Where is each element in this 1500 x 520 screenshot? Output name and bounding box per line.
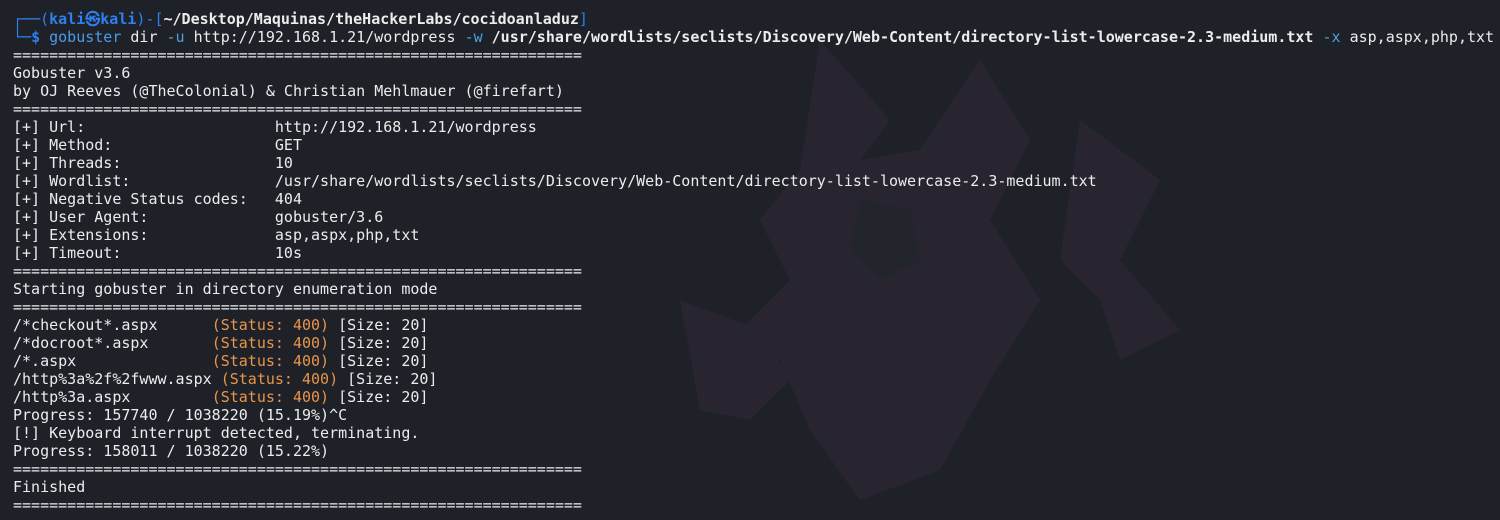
config-key: [+] User Agent: bbox=[13, 208, 275, 226]
terminal-window[interactable]: ┌──(kali㉿kali)-[~/Desktop/Maquinas/theHa… bbox=[0, 0, 1500, 520]
config-value: 10s bbox=[274, 244, 302, 262]
result-status: (Status: 400) bbox=[211, 334, 330, 352]
banner-version: Gobuster v3.6 bbox=[13, 64, 131, 82]
terminal-output: ┌──(kali㉿kali)-[~/Desktop/Maquinas/theHa… bbox=[13, 10, 1500, 514]
config-value: /usr/share/wordlists/seclists/Discovery/… bbox=[274, 172, 1097, 190]
config-value: 404 bbox=[274, 190, 302, 208]
result-status: (Status: 400) bbox=[211, 316, 330, 334]
prompt-dollar: $ bbox=[31, 28, 41, 46]
config-key: [+] Extensions: bbox=[13, 226, 275, 244]
result-status: (Status: 400) bbox=[211, 388, 330, 406]
prompt-at: ㉿ bbox=[85, 10, 101, 28]
result-row: /*.aspx (Status: 400) [Size: 20] bbox=[13, 352, 1500, 370]
config-row: [+] User Agent: gobuster/3.6 bbox=[13, 208, 1500, 226]
result-path: /http%3a%2f%2fwww.aspx bbox=[13, 370, 221, 388]
separator: ========================================… bbox=[13, 460, 582, 478]
config-row: [+] Method: GET bbox=[13, 136, 1500, 154]
result-path: /*docroot*.aspx bbox=[13, 334, 212, 352]
config-key: [+] Url: bbox=[13, 118, 275, 136]
result-path: /*checkout*.aspx bbox=[13, 316, 212, 334]
config-value: asp,aspx,php,txt bbox=[274, 226, 420, 244]
command-url: http://192.168.1.21/wordpress bbox=[193, 28, 456, 46]
config-value: GET bbox=[274, 136, 302, 154]
finished-line: Finished bbox=[13, 478, 86, 496]
result-size: [Size: 20] bbox=[329, 316, 429, 334]
separator: ========================================… bbox=[13, 262, 582, 280]
config-value: gobuster/3.6 bbox=[274, 208, 384, 226]
command-wordlist: /usr/share/wordlists/seclists/Discovery/… bbox=[491, 28, 1314, 46]
command-flag-u: -u bbox=[166, 28, 185, 46]
result-size: [Size: 20] bbox=[338, 370, 438, 388]
prompt-cwd: ~/Desktop/Maquinas/theHackerLabs/cocidoa… bbox=[163, 10, 579, 28]
result-row: /*checkout*.aspx (Status: 400) [Size: 20… bbox=[13, 316, 1500, 334]
config-key: [+] Wordlist: bbox=[13, 172, 275, 190]
result-row: /http%3a.aspx (Status: 400) [Size: 20] bbox=[13, 388, 1500, 406]
mode-line: Starting gobuster in directory enumerati… bbox=[13, 280, 438, 298]
command-flag-x: -x bbox=[1322, 28, 1341, 46]
prompt-corner-bottom: └─ bbox=[13, 28, 32, 46]
command-flag-w: -w bbox=[464, 28, 483, 46]
config-row: [+] Negative Status codes: 404 bbox=[13, 190, 1500, 208]
command-line[interactable]: └─$ gobuster dir -u http://192.168.1.21/… bbox=[13, 28, 1500, 46]
command-extensions: asp,aspx,php,txt bbox=[1349, 28, 1495, 46]
config-value: http://192.168.1.21/wordpress bbox=[274, 118, 537, 136]
prompt-mid: )-[ bbox=[136, 10, 164, 28]
config-key: [+] Threads: bbox=[13, 154, 275, 172]
result-status: (Status: 400) bbox=[220, 370, 339, 388]
result-size: [Size: 20] bbox=[329, 352, 429, 370]
result-path: /*.aspx bbox=[13, 352, 212, 370]
config-row: [+] Url: http://192.168.1.21/wordpress bbox=[13, 118, 1500, 136]
result-row: /http%3a%2f%2fwww.aspx (Status: 400) [Si… bbox=[13, 370, 1500, 388]
result-size: [Size: 20] bbox=[329, 388, 429, 406]
command-program: gobuster bbox=[49, 28, 122, 46]
config-value: 10 bbox=[274, 154, 293, 172]
config-row: [+] Threads: 10 bbox=[13, 154, 1500, 172]
result-row: /*docroot*.aspx (Status: 400) [Size: 20] bbox=[13, 334, 1500, 352]
prompt-user: kali bbox=[49, 10, 86, 28]
prompt-line: ┌──(kali㉿kali)-[~/Desktop/Maquinas/theHa… bbox=[13, 10, 1500, 28]
prompt-close: ] bbox=[578, 10, 588, 28]
banner-authors: by OJ Reeves (@TheColonial) & Christian … bbox=[13, 82, 564, 100]
config-key: [+] Timeout: bbox=[13, 244, 275, 262]
config-row: [+] Timeout: 10s bbox=[13, 244, 1500, 262]
config-key: [+] Method: bbox=[13, 136, 275, 154]
config-key: [+] Negative Status codes: bbox=[13, 190, 275, 208]
progress-line: Progress: 158011 / 1038220 (15.22%) bbox=[13, 442, 330, 460]
result-path: /http%3a.aspx bbox=[13, 388, 212, 406]
prompt-corner-top: ┌──( bbox=[13, 10, 50, 28]
separator: ========================================… bbox=[13, 496, 582, 514]
config-row: [+] Wordlist: /usr/share/wordlists/secli… bbox=[13, 172, 1500, 190]
prompt-host: kali bbox=[100, 10, 137, 28]
config-row: [+] Extensions: asp,aspx,php,txt bbox=[13, 226, 1500, 244]
interrupt-line: [!] Keyboard interrupt detected, termina… bbox=[13, 424, 420, 442]
command-subcommand: dir bbox=[130, 28, 158, 46]
progress-line: Progress: 157740 / 1038220 (15.19%)^C bbox=[13, 406, 348, 424]
separator: ========================================… bbox=[13, 100, 582, 118]
separator: ========================================… bbox=[13, 298, 582, 316]
separator: ========================================… bbox=[13, 46, 582, 64]
result-status: (Status: 400) bbox=[211, 352, 330, 370]
result-size: [Size: 20] bbox=[329, 334, 429, 352]
